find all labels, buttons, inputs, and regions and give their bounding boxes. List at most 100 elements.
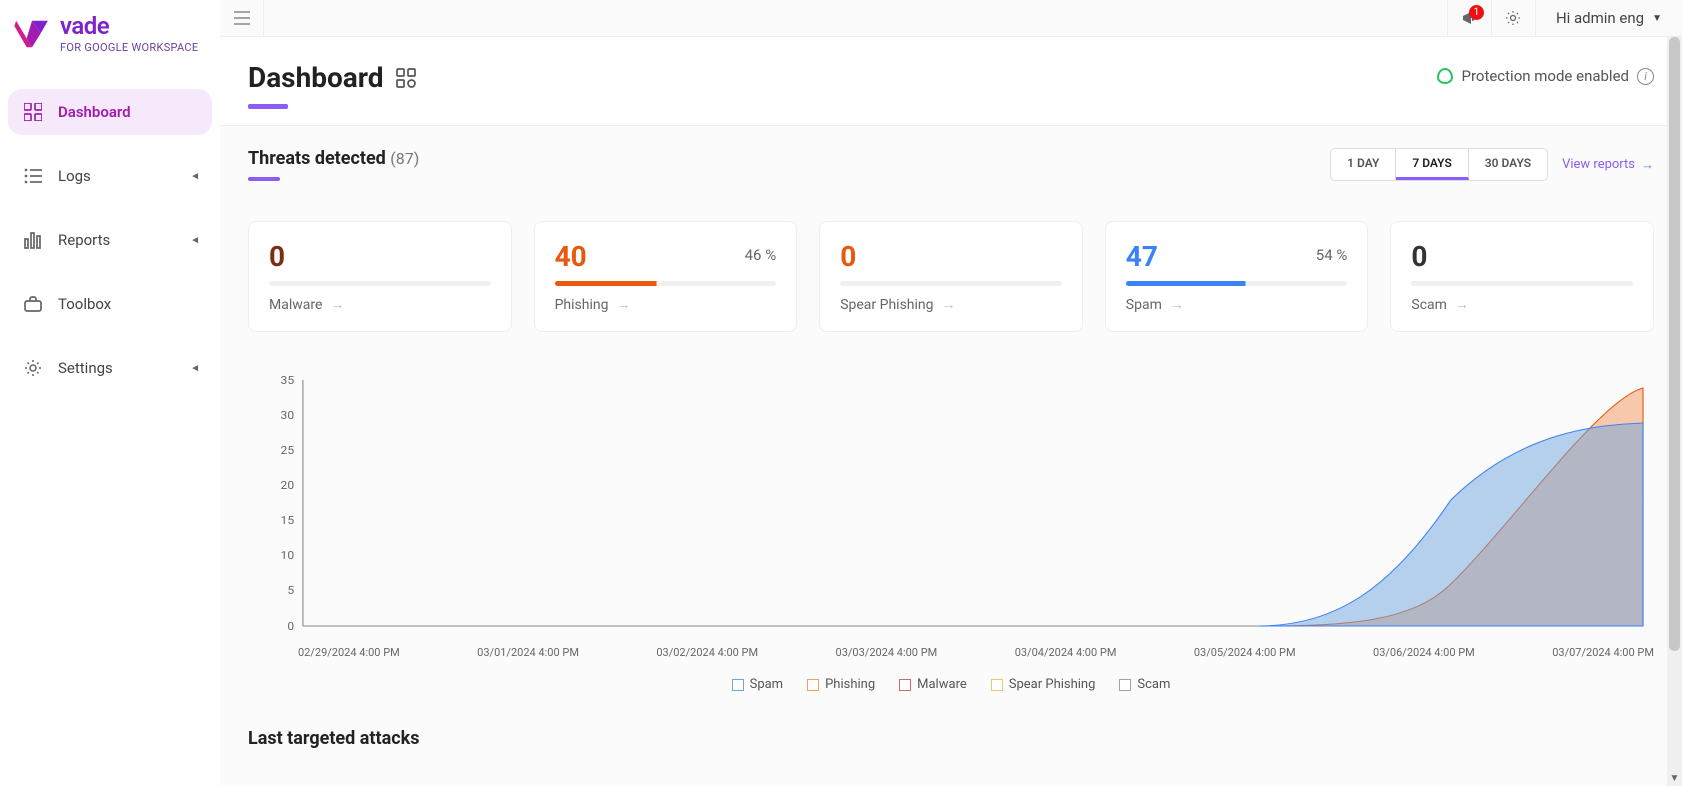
card-phishing[interactable]: 40 46 % Phishing → [534,221,798,332]
scrollbar-down-arrow[interactable]: ▼ [1667,770,1682,786]
logo-mark-icon [14,19,50,49]
sidebar-item-logs[interactable]: Logs ◄ [8,153,212,199]
card-bar [840,281,1062,286]
sidebar-item-label: Dashboard [58,103,131,121]
menu-toggle-button[interactable] [220,0,264,37]
logo[interactable]: vade FOR GOOGLE WORKSPACE [0,8,220,71]
legend-spear-phishing[interactable]: Spear Phishing [991,677,1096,692]
arrow-right-icon: → [1641,157,1654,173]
card-scam[interactable]: 0 Scam → [1390,221,1654,332]
user-greeting: Hi admin eng [1556,9,1644,27]
card-value: 0 [269,240,491,273]
bar-chart-icon [22,229,44,251]
card-percent: 46 % [745,246,777,264]
logo-brand: vade [60,14,198,38]
sidebar-item-label: Reports [58,231,110,249]
chevron-left-icon: ◄ [190,235,200,246]
chart-x-axis: 02/29/2024 4:00 PM 03/01/2024 4:00 PM 03… [248,640,1654,659]
dashboard-icon [396,68,416,88]
x-tick: 03/05/2024 4:00 PM [1194,646,1296,659]
x-tick: 03/02/2024 4:00 PM [656,646,758,659]
y-tick: 35 [281,374,295,387]
sidebar-item-settings[interactable]: Settings ◄ [8,345,212,391]
notification-badge: 1 [1469,5,1484,20]
page-title: Dashboard [248,61,384,94]
protection-status: Protection mode enabled i [1437,67,1654,85]
arrow-right-icon: → [1170,296,1184,313]
x-tick: 03/03/2024 4:00 PM [836,646,938,659]
card-bar [555,281,777,286]
range-7days[interactable]: 7 DAYS [1396,149,1468,180]
arrow-right-icon: → [942,296,956,313]
sidebar: vade FOR GOOGLE WORKSPACE Dashboard Logs… [0,0,220,786]
card-bar [1411,281,1633,286]
range-1day[interactable]: 1 DAY [1331,149,1396,180]
title-accent [248,104,288,109]
info-icon[interactable]: i [1637,68,1654,85]
card-value: 40 [555,240,777,273]
card-spear-phishing[interactable]: 0 Spear Phishing→ [819,221,1083,332]
arrow-right-icon: → [616,296,630,313]
y-tick: 10 [281,549,295,562]
gear-icon [22,357,44,379]
y-tick: 15 [281,514,295,527]
title-accent [248,177,280,181]
card-value: 47 [1126,240,1348,273]
topbar: 1 Hi admin eng ▼ [220,0,1682,37]
settings-button[interactable] [1491,0,1535,36]
y-tick: 5 [287,584,294,597]
legend-phishing[interactable]: Phishing [807,677,875,692]
card-label: Spam [1126,297,1162,313]
date-range-selector: 1 DAY 7 DAYS 30 DAYS [1330,148,1548,181]
last-targeted-title: Last targeted attacks [220,714,1682,749]
legend-malware[interactable]: Malware [899,677,967,692]
view-reports-label: View reports [1562,157,1635,172]
sidebar-item-label: Settings [58,359,113,377]
card-label: Spear Phishing [840,297,933,313]
scrollbar-thumb[interactable] [1669,37,1680,651]
card-label: Malware [269,297,322,313]
sidebar-item-dashboard[interactable]: Dashboard [8,89,212,135]
chevron-left-icon: ◄ [190,363,200,374]
x-tick: 03/06/2024 4:00 PM [1373,646,1475,659]
logo-subtitle: FOR GOOGLE WORKSPACE [60,42,198,53]
arrow-right-icon: → [1455,296,1469,313]
user-menu[interactable]: Hi admin eng ▼ [1535,0,1682,36]
card-label: Scam [1411,297,1447,313]
sidebar-item-label: Logs [58,167,91,185]
view-reports-link[interactable]: View reports → [1562,157,1654,173]
y-tick: 30 [281,409,295,422]
hamburger-icon [234,11,250,25]
vertical-scrollbar[interactable]: ▼ [1667,37,1682,786]
card-malware[interactable]: 0 Malware→ [248,221,512,332]
legend-spam[interactable]: Spam [732,677,784,692]
threats-title: Threats detected (87) [248,148,419,169]
x-tick: 03/07/2024 4:00 PM [1552,646,1654,659]
sidebar-item-reports[interactable]: Reports ◄ [8,217,212,263]
card-label: Phishing [555,297,609,313]
gear-icon [1505,10,1521,26]
x-tick: 03/04/2024 4:00 PM [1015,646,1117,659]
chart-legend: Spam Phishing Malware Spear Phishing Sca… [248,677,1654,692]
threats-count: (87) [390,149,419,168]
notifications-button[interactable]: 1 [1447,0,1491,36]
card-value: 0 [1411,240,1633,273]
chevron-left-icon: ◄ [190,171,200,182]
threats-chart: 35 30 25 20 15 10 5 0 [248,370,1654,640]
chevron-down-icon: ▼ [1652,13,1662,24]
shield-icon [1437,68,1453,84]
card-percent: 54 % [1316,246,1348,264]
card-bar [1126,281,1348,286]
x-tick: 02/29/2024 4:00 PM [298,646,400,659]
y-tick: 0 [287,620,294,633]
y-tick: 20 [281,479,295,492]
legend-scam[interactable]: Scam [1119,677,1170,692]
card-spam[interactable]: 47 54 % Spam → [1105,221,1369,332]
sidebar-item-toolbox[interactable]: Toolbox [8,281,212,327]
main-content: Dashboard Protection mode enabled i Thre… [220,37,1682,786]
dashboard-icon [22,101,44,123]
sidebar-item-label: Toolbox [58,295,111,313]
range-30days[interactable]: 30 DAYS [1469,149,1547,180]
protection-status-label: Protection mode enabled [1461,67,1629,85]
list-icon [22,165,44,187]
